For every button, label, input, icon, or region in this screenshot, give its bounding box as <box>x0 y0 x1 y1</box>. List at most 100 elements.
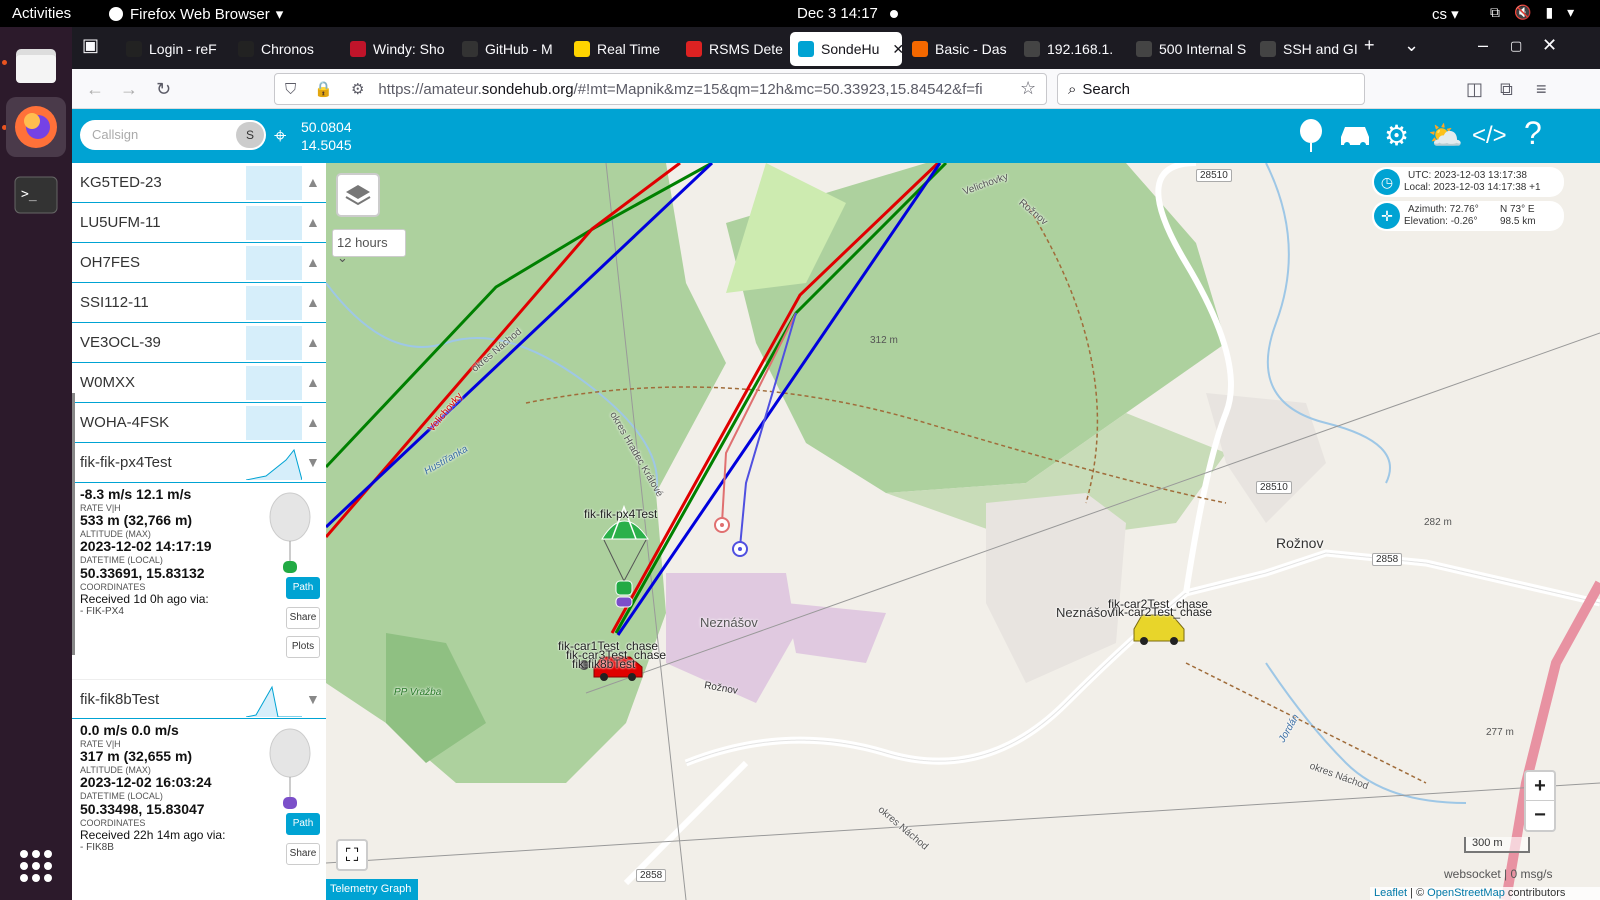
payload-marker-8b[interactable] <box>615 596 633 608</box>
bookmark-star-icon[interactable]: ☆ <box>1020 78 1036 99</box>
expand-arrow-icon[interactable]: ▲ <box>306 174 320 190</box>
browser-tab[interactable]: SondeHu ✕ <box>790 32 902 66</box>
browser-tab[interactable]: Windy: Sho <box>342 32 450 66</box>
coordinates-label: COORDINATES <box>80 818 146 828</box>
balloon-icon[interactable] <box>1298 119 1324 160</box>
dock: >_ <box>0 27 72 900</box>
activities-button[interactable]: Activities <box>12 5 71 22</box>
browser-tab[interactable]: Login - reF <box>118 32 226 66</box>
app-menu[interactable]: Firefox Web Browser ▾ <box>108 5 283 23</box>
expand-arrow-icon[interactable]: ▲ <box>306 414 320 430</box>
help-icon[interactable]: ? <box>1524 115 1542 152</box>
close-window-button[interactable]: ✕ <box>1542 35 1557 56</box>
weather-icon[interactable]: ⛅ <box>1428 119 1463 152</box>
expand-arrow-icon[interactable]: ▲ <box>306 254 320 270</box>
telemetry-graph-button[interactable]: Telemetry Graph <box>326 879 418 900</box>
time-range-select[interactable]: 12 hours ⌄ <box>332 229 406 265</box>
callsign-label: VE3OCL-39 <box>80 334 161 351</box>
expand-arrow-icon[interactable]: ▲ <box>306 334 320 350</box>
browser-tab[interactable]: Real Time <box>566 32 674 66</box>
browser-tab[interactable]: GitHub - M <box>454 32 562 66</box>
keyboard-layout[interactable]: cs ▾ <box>1432 5 1459 23</box>
track <box>1185 662 1427 784</box>
browser-tab[interactable]: RSMS Dete <box>678 32 786 66</box>
sidebar-list-item[interactable]: KG5TED-23 ▲ <box>72 163 326 203</box>
map-canvas[interactable] <box>326 163 1600 900</box>
path-button[interactable]: Path <box>286 813 320 835</box>
expand-arrow-icon[interactable]: ▲ <box>306 374 320 390</box>
tab-label: Windy: Sho <box>373 41 445 57</box>
chase-car-yellow[interactable] <box>1133 614 1185 645</box>
forward-icon[interactable]: → <box>120 79 138 100</box>
clock-icon: ◷ <box>1374 169 1400 195</box>
sidebar-item-8b[interactable]: fik-fik8bTest ▼ <box>72 679 326 719</box>
show-apps-icon[interactable] <box>20 850 52 882</box>
browser-tab[interactable]: SSH and GI <box>1252 32 1360 66</box>
reload-icon[interactable]: ↻ <box>156 79 171 100</box>
sidebar-list-item[interactable]: W0MXX ▲ <box>72 363 326 403</box>
azimuth-info-box: ✛ Azimuth: 72.76° N 73° E Elevation: -0.… <box>1372 201 1564 231</box>
zoom-in-button[interactable]: + <box>1526 772 1554 801</box>
files-launcher[interactable] <box>6 35 66 95</box>
shield-icon[interactable]: ⛉ <box>285 81 296 98</box>
path-button[interactable]: Path <box>286 577 320 599</box>
place-neznasov-a: Neznášov <box>700 615 758 630</box>
tab-favicon-icon <box>1024 41 1040 57</box>
sidebar-list-item[interactable]: OH7FES ▲ <box>72 243 326 283</box>
elevation-label: 277 m <box>1486 727 1514 738</box>
search-bar[interactable]: ⌕ Search <box>1057 73 1365 105</box>
browser-tab[interactable]: Basic - Das <box>904 32 1012 66</box>
road-shield-2858: 2858 <box>1372 553 1403 566</box>
sidebar-list-item[interactable]: SSI112-11 ▲ <box>72 283 326 323</box>
via-text: - FIK8B <box>80 842 114 853</box>
back-icon[interactable]: ← <box>86 79 104 100</box>
maximize-button[interactable]: ▢ <box>1510 38 1522 54</box>
extensions-icon[interactable]: ⧉ <box>1500 79 1513 100</box>
sidebar-item-px4[interactable]: fik-fik-px4Test ▼ <box>72 443 326 483</box>
pocket-icon[interactable]: ◫ <box>1466 79 1483 100</box>
expand-arrow-icon[interactable]: ▲ <box>306 214 320 230</box>
share-button[interactable]: Share <box>286 607 320 629</box>
browser-tab[interactable]: 500 Internal S <box>1128 32 1248 66</box>
minimize-button[interactable]: – <box>1478 35 1488 56</box>
firefox-icon <box>15 106 57 148</box>
expand-arrow-icon[interactable]: ▲ <box>306 294 320 310</box>
code-embed-icon[interactable]: </> <box>1472 122 1507 150</box>
url-text[interactable]: https://amateur.sondehub.org/#!mt=Mapnik… <box>378 81 982 98</box>
share-button[interactable]: Share <box>286 843 320 865</box>
terminal-launcher[interactable]: >_ <box>6 165 66 225</box>
collapse-arrow-icon[interactable]: ▼ <box>306 691 320 707</box>
gps-crosshair-icon[interactable]: ⌖ <box>274 123 286 149</box>
settings-gear-icon[interactable]: ⚙ <box>1384 119 1409 152</box>
firefox-launcher[interactable] <box>6 97 66 157</box>
tab-list-icon[interactable]: ⌄ <box>1404 35 1419 56</box>
plots-button[interactable]: Plots <box>286 636 320 658</box>
permissions-icon[interactable]: ⚙ <box>351 80 364 98</box>
fullscreen-icon: ⛶ <box>345 845 359 865</box>
sidebar-list-item[interactable]: WOHA-4FSK ▲ <box>72 403 326 443</box>
altitude-sparkline <box>246 206 302 240</box>
sidebar-list-item[interactable]: LU5UFM-11 ▲ <box>72 203 326 243</box>
map[interactable]: fik-fik-px4Test fik-car1Test_chase fik-c… <box>326 163 1600 900</box>
browser-tab[interactable]: 192.168.1. <box>1016 32 1124 66</box>
callsign-submit-button[interactable]: S <box>236 122 264 148</box>
car-icon[interactable] <box>1338 119 1372 156</box>
new-tab-button[interactable]: + <box>1364 35 1375 56</box>
firefox-view-icon[interactable]: ▣ <box>82 35 99 56</box>
lock-icon[interactable]: 🔒 <box>314 80 333 98</box>
url-bar[interactable]: ⛉ 🔒 ⚙ https://amateur.sondehub.org/#!mt=… <box>274 73 1047 105</box>
system-tray[interactable]: ⧉ 🔇 ▮ ▾ <box>1490 4 1574 21</box>
close-tab-icon[interactable]: ✕ <box>892 41 902 58</box>
fullscreen-button[interactable]: ⛶ <box>336 839 368 871</box>
leaflet-link[interactable]: Leaflet <box>1374 887 1407 899</box>
main-road-edge <box>685 552 1600 764</box>
collapse-arrow-icon[interactable]: ▼ <box>306 454 320 470</box>
menu-icon[interactable]: ≡ <box>1536 79 1547 100</box>
layers-button[interactable] <box>336 173 380 217</box>
sidebar-scrollbar[interactable] <box>72 393 75 655</box>
clock[interactable]: Dec 3 14:17 <box>797 5 878 22</box>
zoom-out-button[interactable]: − <box>1526 801 1554 830</box>
osm-link[interactable]: OpenStreetMap <box>1427 887 1505 899</box>
sidebar-list-item[interactable]: VE3OCL-39 ▲ <box>72 323 326 363</box>
browser-tab[interactable]: Chronos <box>230 32 338 66</box>
